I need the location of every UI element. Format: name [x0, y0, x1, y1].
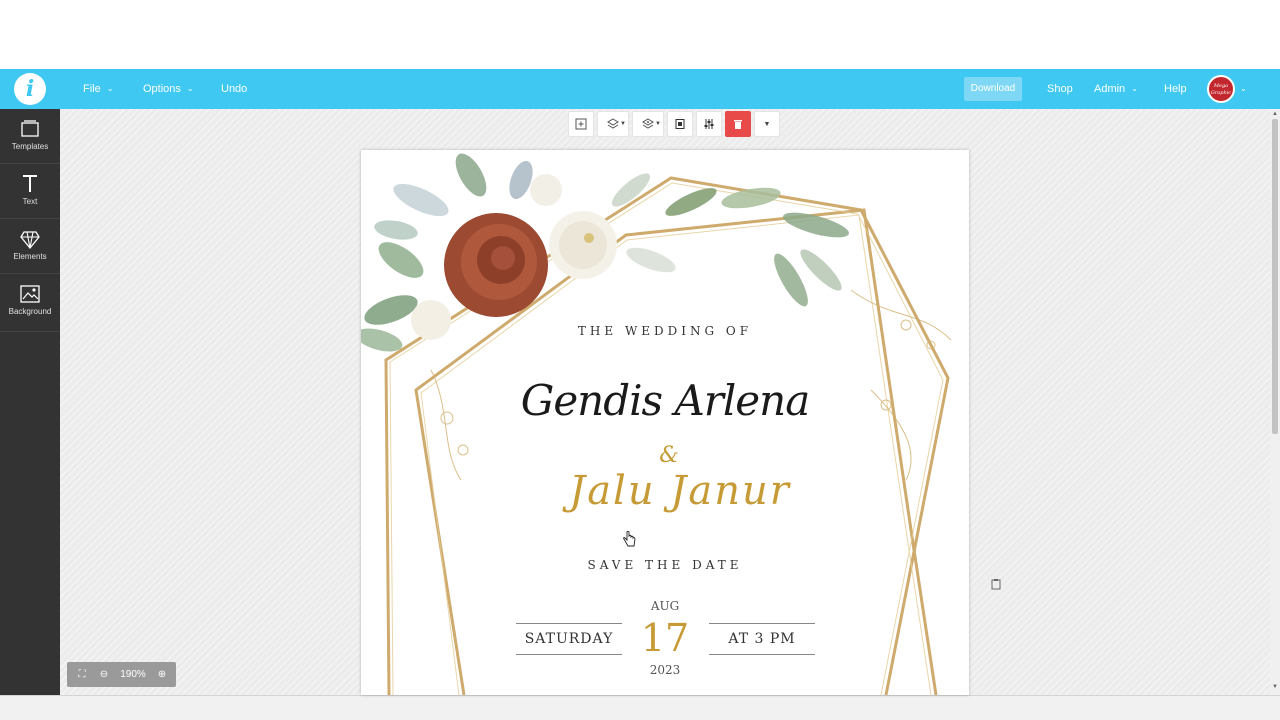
- browser-top-area: [0, 0, 1280, 69]
- time-text[interactable]: AT 3 PM: [709, 623, 815, 655]
- lock-icon: [675, 119, 685, 129]
- duplicate-icon: [575, 118, 587, 130]
- clipboard-icon[interactable]: [990, 578, 1002, 590]
- sidebar-item-text[interactable]: Text: [0, 164, 60, 219]
- send-backward-button[interactable]: ▼: [632, 111, 664, 137]
- sidebar-item-background[interactable]: Background: [0, 274, 60, 332]
- admin-menu[interactable]: Admin ⌄: [1094, 69, 1138, 109]
- templates-icon: [21, 120, 39, 137]
- zoom-out-icon[interactable]: ⊖: [94, 662, 114, 687]
- duplicate-button[interactable]: [568, 111, 594, 137]
- sidebar-item-label: Text: [22, 197, 38, 206]
- vertical-scrollbar[interactable]: ▲ ▼: [1270, 109, 1280, 695]
- month-text[interactable]: AUG: [361, 599, 969, 613]
- scroll-up-icon[interactable]: ▲: [1270, 109, 1280, 119]
- second-name-text[interactable]: Jalu Janur: [361, 468, 969, 514]
- layer-forward-icon: [607, 118, 619, 129]
- bottom-scroll-strip: [0, 695, 1280, 720]
- help-link[interactable]: Help: [1164, 69, 1187, 109]
- zoom-in-icon[interactable]: ⊕: [152, 662, 172, 687]
- day-text[interactable]: 17: [361, 616, 969, 660]
- account-chevron-down-icon[interactable]: ⌄: [1240, 69, 1247, 109]
- shop-link[interactable]: Shop: [1047, 69, 1073, 109]
- more-options-button[interactable]: ▼: [754, 111, 780, 137]
- sidebar-item-label: Elements: [13, 252, 47, 261]
- save-the-date-text[interactable]: SAVE THE DATE: [361, 558, 969, 572]
- app-logo[interactable]: i: [14, 73, 46, 105]
- design-canvas[interactable]: THE WEDDING OF Gendis Arlena & Jalu Janu…: [361, 150, 969, 695]
- undo-button[interactable]: Undo: [221, 69, 247, 109]
- download-button[interactable]: Download: [964, 77, 1022, 101]
- admin-menu-label: Admin: [1094, 83, 1126, 95]
- image-icon: [20, 285, 40, 303]
- bring-forward-button[interactable]: ▼: [597, 111, 629, 137]
- element-toolbar: ▼ ▼ ▼: [568, 111, 780, 137]
- adjust-icon: [704, 119, 714, 129]
- left-sidebar: Templates Text Elements Background: [0, 109, 60, 695]
- caret-down-icon: ▼: [763, 120, 771, 128]
- scroll-down-icon[interactable]: ▼: [1270, 682, 1280, 692]
- zoom-control: ⛶ ⊖ 190% ⊕: [67, 662, 176, 687]
- weekday-text[interactable]: SATURDAY: [516, 623, 622, 655]
- chevron-down-icon: ⌄: [186, 84, 194, 93]
- ampersand-text[interactable]: &: [361, 443, 969, 468]
- file-menu-label: File: [83, 83, 101, 95]
- delete-button[interactable]: [725, 111, 751, 137]
- caret-down-icon: ▼: [620, 121, 626, 127]
- lock-button[interactable]: [667, 111, 693, 137]
- invitation-heading[interactable]: THE WEDDING OF: [361, 324, 969, 338]
- sidebar-item-templates[interactable]: Templates: [0, 109, 60, 164]
- hand-cursor-icon: [623, 531, 636, 547]
- chevron-down-icon: ⌄: [106, 84, 114, 93]
- text-icon: [23, 175, 37, 192]
- sidebar-item-label: Background: [8, 307, 52, 316]
- options-menu-label: Options: [143, 83, 181, 95]
- chevron-down-icon: ⌄: [1131, 84, 1138, 93]
- caret-down-icon: ▼: [655, 121, 661, 127]
- adjust-button[interactable]: [696, 111, 722, 137]
- scrollbar-thumb[interactable]: [1272, 119, 1278, 434]
- first-name-text[interactable]: Gendis Arlena: [361, 376, 969, 425]
- layer-backward-icon: [642, 118, 654, 129]
- options-menu[interactable]: Options ⌄: [143, 69, 194, 109]
- avatar[interactable]: Mega Graphic: [1207, 75, 1235, 103]
- fit-screen-icon[interactable]: ⛶: [71, 662, 93, 687]
- top-navigation-bar: i File ⌄ Options ⌄ Undo Download Shop Admi…: [0, 69, 1280, 109]
- diamond-icon: [20, 231, 40, 250]
- sidebar-item-elements[interactable]: Elements: [0, 219, 60, 274]
- year-text[interactable]: 2023: [361, 663, 969, 677]
- trash-icon: [734, 119, 742, 129]
- sidebar-item-label: Templates: [11, 142, 49, 151]
- file-menu[interactable]: File ⌄: [83, 69, 113, 109]
- zoom-level: 190%: [120, 669, 146, 680]
